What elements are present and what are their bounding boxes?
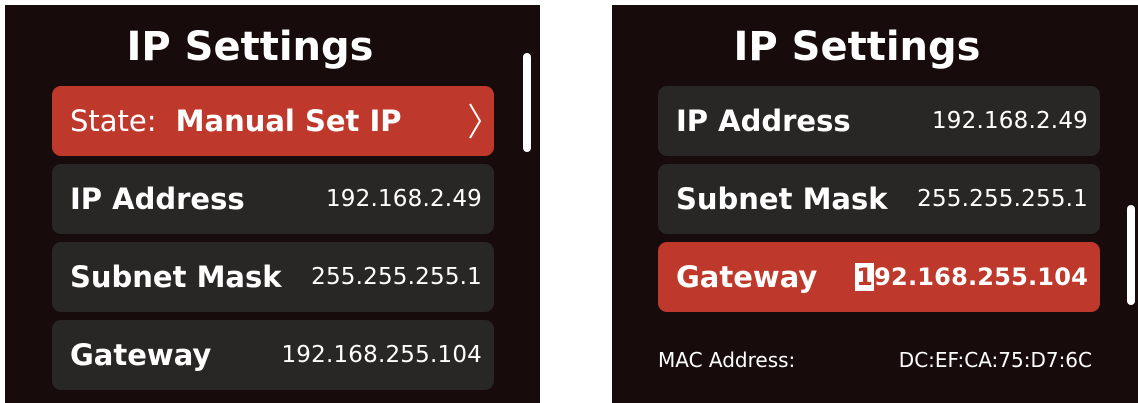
text-cursor: 1 — [855, 263, 875, 291]
ip-address-label: IP Address — [676, 104, 851, 138]
subnet-mask-label: Subnet Mask — [70, 260, 282, 294]
subnet-mask-value: 255.255.255.1 — [311, 264, 482, 290]
subnet-mask-label: Subnet Mask — [676, 182, 888, 216]
gateway-row[interactable]: Gateway 192.168.255.104 — [658, 242, 1100, 312]
gateway-label: Gateway — [676, 260, 818, 294]
subnet-mask-value: 255.255.255.1 — [917, 186, 1088, 212]
ip-address-row[interactable]: IP Address 192.168.2.49 — [52, 164, 494, 234]
ip-address-label: IP Address — [70, 182, 245, 216]
scrollbar[interactable] — [523, 53, 531, 152]
gateway-label: Gateway — [70, 338, 212, 372]
left-screen: IP Settings State: Manual Set IP IP Addr… — [5, 5, 540, 403]
page-title: IP Settings — [733, 24, 981, 70]
ip-address-row[interactable]: IP Address 192.168.2.49 — [658, 86, 1100, 156]
gateway-value: 192.168.255.104 — [281, 342, 482, 368]
mac-address-label: MAC Address: — [658, 348, 796, 372]
state-value: Manual Set IP — [175, 104, 402, 138]
page-title: IP Settings — [126, 24, 374, 70]
mac-address-value: DC:EF:CA:75:D7:6C — [898, 348, 1092, 372]
subnet-mask-row[interactable]: Subnet Mask 255.255.255.1 — [52, 242, 494, 312]
state-row[interactable]: State: Manual Set IP — [52, 86, 494, 156]
mac-address-row: MAC Address: DC:EF:CA:75:D7:6C — [658, 348, 1092, 372]
gateway-input[interactable]: 192.168.255.104 — [855, 263, 1088, 291]
right-screen: IP Settings IP Address 192.168.2.49 Subn… — [612, 5, 1138, 403]
chevron-right-icon — [468, 102, 482, 140]
gateway-row[interactable]: Gateway 192.168.255.104 — [52, 320, 494, 390]
ip-address-value: 192.168.2.49 — [931, 108, 1088, 134]
scrollbar[interactable] — [1127, 205, 1135, 305]
state-text: State: Manual Set IP — [70, 104, 402, 138]
state-label: State: — [70, 104, 157, 138]
subnet-mask-row[interactable]: Subnet Mask 255.255.255.1 — [658, 164, 1100, 234]
gateway-value-rest: 92.168.255.104 — [874, 263, 1088, 291]
ip-address-value: 192.168.2.49 — [325, 186, 482, 212]
